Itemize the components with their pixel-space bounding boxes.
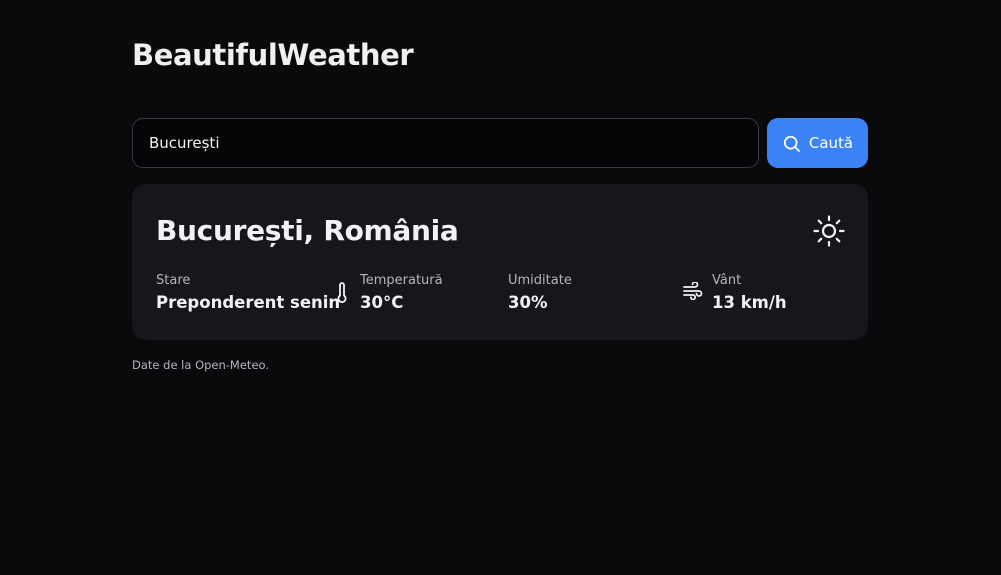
stat-wind-value: 13 km/h: [712, 293, 787, 312]
stat-condition: Stare Preponderent senin: [156, 273, 340, 312]
stat-humidity-value: 30%: [508, 293, 548, 312]
stat-temperature: Temperatură 30°C: [360, 273, 443, 312]
stat-temperature-value: 30°C: [360, 293, 404, 312]
search-button-label: Caută: [808, 134, 854, 152]
stat-humidity-label: Umiditate: [508, 273, 572, 288]
search-bar: Caută: [132, 118, 868, 168]
stat-wind-label: Vânt: [712, 273, 742, 288]
app-title: BeautifulWeather: [132, 38, 414, 72]
weather-card: București, România Stare Preponderent se…: [132, 184, 868, 340]
search-input[interactable]: [132, 118, 759, 168]
location-title: București, România: [156, 214, 459, 247]
stat-condition-value: Preponderent senin: [156, 293, 341, 312]
search-icon: [782, 134, 801, 153]
stat-temperature-label: Temperatură: [360, 273, 443, 288]
thermometer-icon: [337, 282, 347, 308]
stat-condition-label: Stare: [156, 273, 191, 288]
sun-icon: [813, 215, 845, 247]
wind-icon: [683, 281, 703, 304]
stat-wind: Vânt 13 km/h: [712, 273, 787, 312]
stat-humidity: Umiditate 30%: [508, 273, 572, 312]
search-button[interactable]: Caută: [767, 118, 868, 168]
data-source-note: Date de la Open-Meteo.: [132, 358, 270, 372]
